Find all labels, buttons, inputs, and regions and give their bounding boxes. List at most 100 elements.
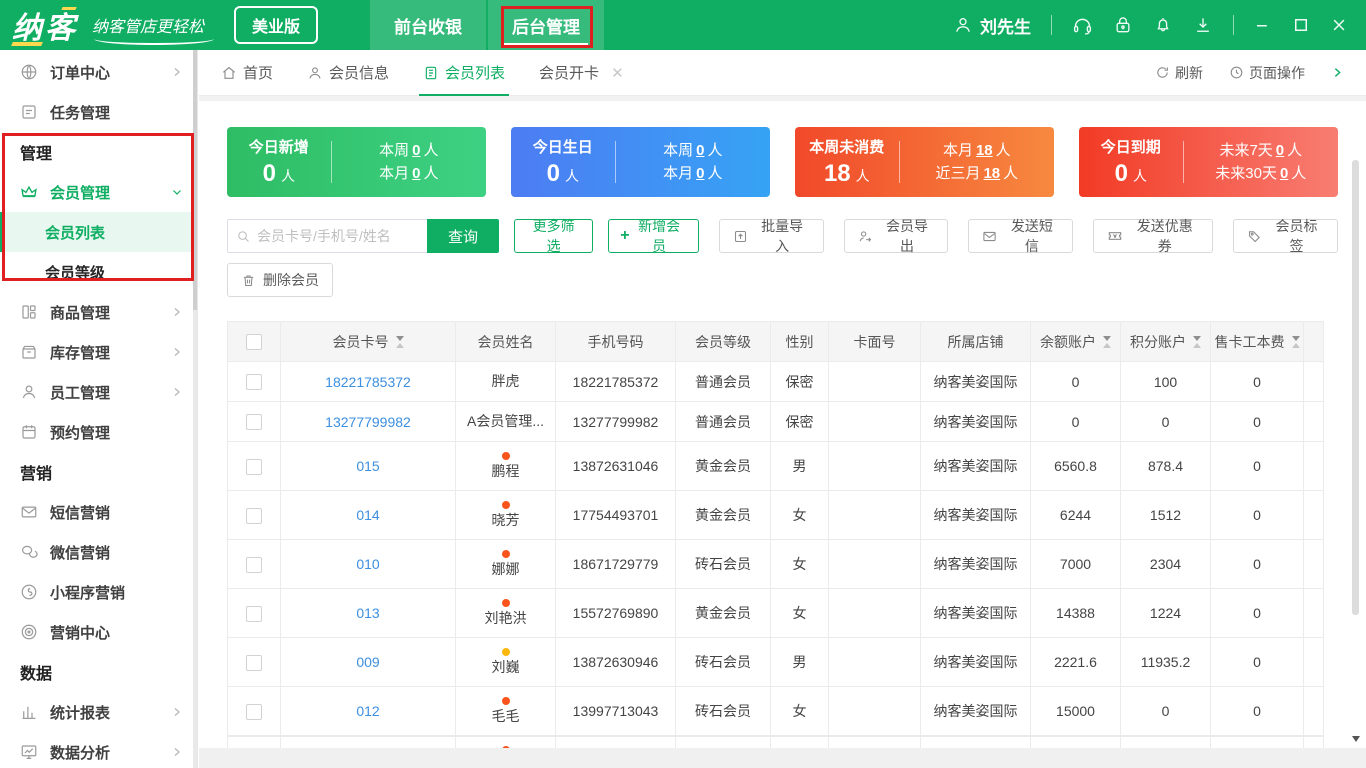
stat-title: 今日到期 xyxy=(1100,139,1161,156)
nav-front-cashier[interactable]: 前台收银 xyxy=(370,0,487,50)
download-icon[interactable] xyxy=(1193,15,1213,35)
member-points: 878.4 xyxy=(1120,441,1211,491)
member-points: 11935.2 xyxy=(1120,637,1211,687)
user-menu[interactable]: 刘先生 xyxy=(953,13,1031,38)
edition-badge[interactable]: 美业版 xyxy=(234,6,319,44)
bell-icon[interactable] xyxy=(1153,15,1173,35)
refresh-button[interactable]: 刷新 xyxy=(1155,63,1203,83)
col-balance[interactable]: 余额账户 xyxy=(1030,321,1121,362)
row-checkbox[interactable] xyxy=(246,654,262,671)
send-sms-button[interactable]: 发送短信 xyxy=(968,218,1074,254)
envelope-icon xyxy=(20,503,38,521)
headset-icon[interactable] xyxy=(1072,15,1093,36)
partial-next-row xyxy=(227,736,1338,748)
sidebar-item-goods-manage[interactable]: 商品管理 xyxy=(0,292,197,332)
tab-member-list[interactable]: 会员列表 xyxy=(419,50,510,96)
member-points: 0 xyxy=(1120,401,1211,442)
sidebar-item-order-center[interactable]: 订单中心 xyxy=(0,52,197,92)
page-ops-button[interactable]: 页面操作 xyxy=(1229,63,1305,83)
tab-member-info[interactable]: 会员信息 xyxy=(307,50,389,96)
col-points[interactable]: 积分账户 xyxy=(1120,321,1211,362)
stat-card-expire-today[interactable]: 今日到期 0人 未来7天 0 人 未来30天 0 人 xyxy=(1079,127,1338,197)
member-name: 娜娜 xyxy=(491,560,520,577)
sidebar-item-label: 会员管理 xyxy=(50,184,111,202)
member-tags-button[interactable]: 会员标签 xyxy=(1233,218,1339,254)
maximize-icon[interactable] xyxy=(1292,16,1310,34)
search-button[interactable]: 查询 xyxy=(427,219,499,253)
send-coupon-button[interactable]: 发送优惠券 xyxy=(1093,218,1214,254)
member-card-link[interactable]: 013 xyxy=(356,605,379,621)
sort-icon[interactable] xyxy=(1291,334,1300,350)
member-gender: 保密 xyxy=(770,401,829,442)
col-gender: 性别 xyxy=(770,321,829,362)
sidebar-item-marketing-center[interactable]: 营销中心 xyxy=(0,612,197,652)
sort-icon[interactable] xyxy=(1193,334,1201,350)
minimize-icon[interactable] xyxy=(1254,16,1272,34)
sidebar-item-booking-manage[interactable]: 预约管理 xyxy=(0,412,197,452)
stat-card-no-consume-week[interactable]: 本周未消费 18 人 本月 18 人 近三月 18 人 xyxy=(795,127,1054,197)
stat-card-birthday-today[interactable]: 今日生日 0人 本周 0 人 本月 0 人 xyxy=(511,127,770,197)
sidebar-item-data-analysis[interactable]: 数据分析 xyxy=(0,732,197,768)
chevron-right-icon[interactable] xyxy=(1331,66,1344,79)
member-card-link[interactable]: 012 xyxy=(356,703,379,719)
row-select-cell xyxy=(227,588,281,638)
sidebar-item-wechat-marketing[interactable]: 微信营销 xyxy=(0,532,197,572)
row-checkbox[interactable] xyxy=(246,556,262,573)
lock-icon[interactable] xyxy=(1113,15,1133,35)
member-card-link[interactable]: 014 xyxy=(356,507,379,523)
member-export-button[interactable]: 会员导出 xyxy=(843,218,949,254)
member-level: 黄金会员 xyxy=(675,588,771,638)
row-checkbox[interactable] xyxy=(246,374,262,391)
member-card-link[interactable]: 010 xyxy=(356,556,379,572)
member-card-face xyxy=(828,686,921,736)
sidebar-item-member-manage[interactable]: 会员管理 xyxy=(0,172,197,212)
scroll-down-arrow[interactable] xyxy=(1352,736,1360,742)
tag-icon xyxy=(1247,229,1262,244)
member-card-link[interactable]: 13277799982 xyxy=(325,414,411,430)
batch-import-button[interactable]: 批量导入 xyxy=(718,218,824,254)
sidebar-item-stat-reports[interactable]: 统计报表 xyxy=(0,692,197,732)
tab-close-icon[interactable]: ✕ xyxy=(611,64,624,82)
tab-label: 会员列表 xyxy=(445,65,506,82)
member-card-link[interactable]: 009 xyxy=(356,654,379,670)
delete-member-button[interactable]: 删除会员 xyxy=(227,263,333,297)
search-input[interactable] xyxy=(257,228,407,244)
sidebar-item-staff-manage[interactable]: 员工管理 xyxy=(0,372,197,412)
more-filters-button[interactable]: 更多筛选 xyxy=(514,218,594,254)
bar-chart-icon xyxy=(20,703,38,721)
scrollbar-thumb[interactable] xyxy=(1352,160,1359,615)
tab-member-open-card[interactable]: 会员开卡 xyxy=(539,50,599,96)
sidebar-item-inventory-manage[interactable]: 库存管理 xyxy=(0,332,197,372)
member-card-link[interactable]: 015 xyxy=(356,458,379,474)
sidebar-item-member-list[interactable]: 会员列表 xyxy=(0,212,197,252)
nav-backend-manage[interactable]: 后台管理 xyxy=(488,0,605,50)
stat-card-new-today[interactable]: 今日新增 0人 本周 0 人 本月 0 人 xyxy=(227,127,486,197)
filler-cell xyxy=(1303,361,1324,402)
stat-value: 18 xyxy=(823,160,851,187)
sidebar-scrollbar[interactable] xyxy=(193,50,197,768)
sidebar-item-task-manage[interactable]: 任务管理 xyxy=(0,92,197,132)
sidebar-item-miniprogram-marketing[interactable]: 小程序营销 xyxy=(0,572,197,612)
close-icon[interactable] xyxy=(1330,16,1348,34)
col-card-fee[interactable]: 售卡工本费 xyxy=(1210,321,1304,362)
sidebar-item-sms-marketing[interactable]: 短信营销 xyxy=(0,492,197,532)
row-checkbox[interactable] xyxy=(246,414,262,431)
add-member-button[interactable]: + 新增会员 xyxy=(608,218,699,254)
col-phone: 手机号码 xyxy=(555,321,676,362)
row-checkbox[interactable] xyxy=(246,507,262,524)
row-checkbox[interactable] xyxy=(246,605,262,622)
member-card-link[interactable]: 18221785372 xyxy=(325,374,411,390)
member-balance: 14388 xyxy=(1030,588,1121,638)
filler-cell xyxy=(1303,401,1324,442)
col-card-number[interactable]: 会员卡号 xyxy=(280,321,456,362)
sort-icon[interactable] xyxy=(395,334,404,350)
sidebar-item-member-level[interactable]: 会员等级 xyxy=(0,252,197,292)
member-card-fee: 0 xyxy=(1210,361,1304,402)
sort-icon[interactable] xyxy=(1103,334,1111,350)
select-all-checkbox[interactable] xyxy=(246,334,262,351)
row-checkbox[interactable] xyxy=(246,458,262,475)
row-checkbox[interactable] xyxy=(246,703,262,720)
vertical-scrollbar[interactable] xyxy=(1352,155,1360,744)
tab-home[interactable]: 首页 xyxy=(221,50,273,96)
tab-label: 会员开卡 xyxy=(539,65,600,82)
